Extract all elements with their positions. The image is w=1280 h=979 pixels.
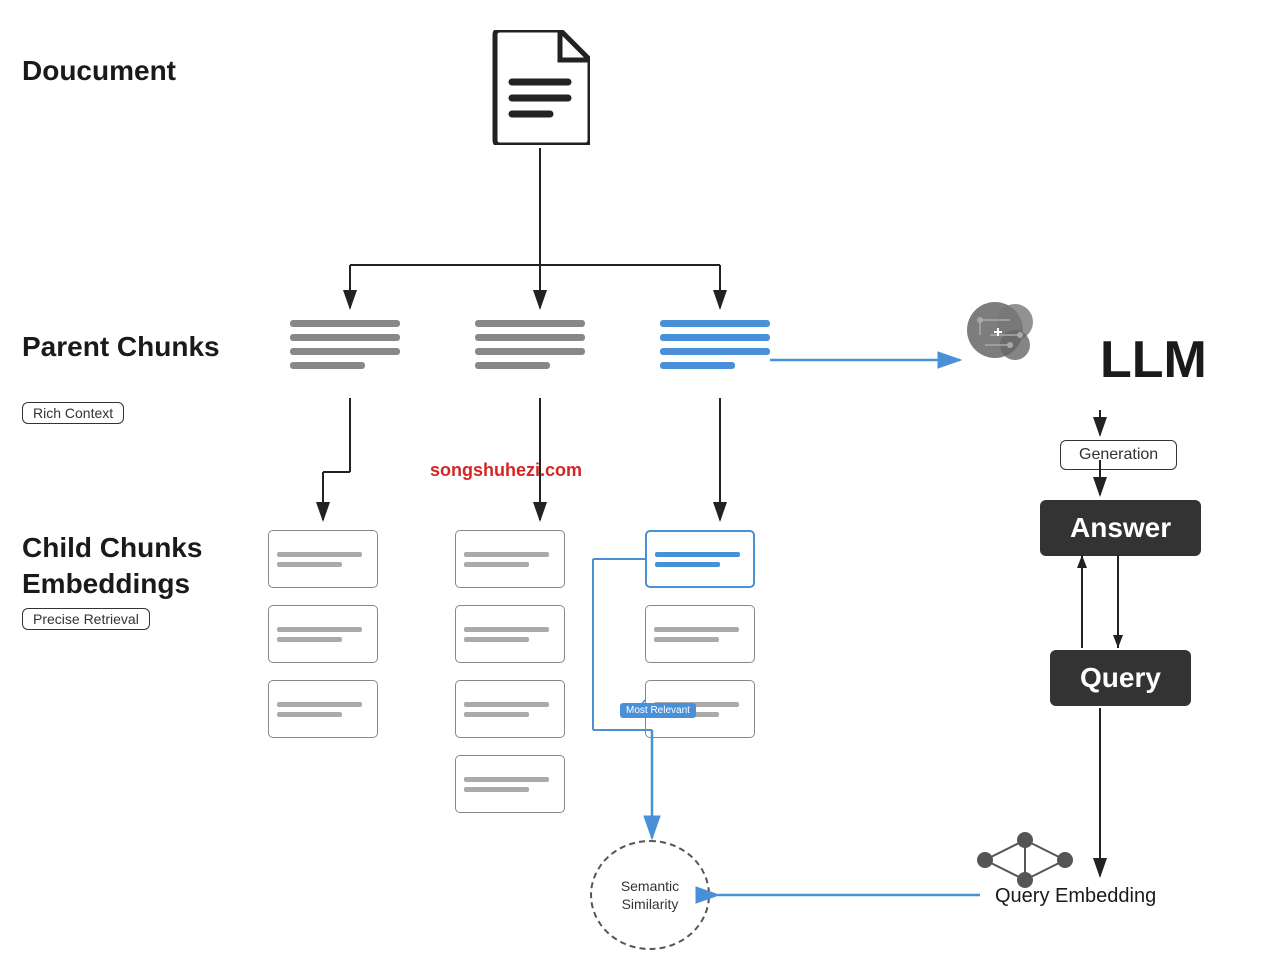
- child-line: [654, 627, 739, 632]
- child-line-blue: [655, 562, 720, 567]
- child-chunks-label: Child ChunksEmbeddings: [22, 530, 202, 603]
- child-box-1-3: [268, 680, 378, 738]
- child-line: [464, 777, 549, 782]
- child-line: [277, 627, 362, 632]
- diagram-arrows: [0, 0, 1280, 979]
- query-embedding-label: Query Embedding: [995, 885, 1156, 908]
- chunk-line: [290, 320, 400, 327]
- child-line: [464, 787, 529, 792]
- document-label: Doucument: [22, 55, 176, 87]
- child-box-1-1: [268, 530, 378, 588]
- child-box-2-2: [455, 605, 565, 663]
- child-line: [464, 562, 529, 567]
- rich-context-badge: Rich Context: [22, 402, 124, 424]
- child-box-3-1-highlighted: [645, 530, 755, 588]
- query-box: Query: [1050, 650, 1191, 706]
- llm-label: LLM: [1100, 330, 1207, 390]
- parent-chunk-1: [290, 320, 410, 369]
- chunk-line: [475, 348, 585, 355]
- parent-chunks-label: Parent Chunks: [22, 330, 220, 364]
- child-line: [277, 562, 342, 567]
- watermark: songshuhezi.com: [430, 460, 582, 481]
- generation-box: Generation: [1060, 440, 1177, 470]
- child-box-2-3: [455, 680, 565, 738]
- document-icon: [490, 30, 590, 145]
- chunk-line-blue: [660, 320, 770, 327]
- chunk-line-blue: [660, 334, 770, 341]
- chunk-line: [290, 362, 365, 369]
- chunk-line-blue: [660, 362, 735, 369]
- child-box-3-2: [645, 605, 755, 663]
- parent-chunk-2: [475, 320, 595, 369]
- child-box-1-2: [268, 605, 378, 663]
- child-line: [464, 702, 549, 707]
- child-line-blue: [655, 552, 740, 557]
- child-line: [277, 552, 362, 557]
- child-line: [277, 637, 342, 642]
- chunk-line: [475, 320, 585, 327]
- answer-box: Answer: [1040, 500, 1201, 556]
- semantic-similarity-circle: SemanticSimilarity: [590, 840, 710, 950]
- parent-chunk-3-blue: [660, 320, 780, 369]
- child-line: [464, 627, 549, 632]
- child-line: [464, 637, 529, 642]
- chunk-line-blue: [660, 348, 770, 355]
- chunk-line: [475, 334, 585, 341]
- child-line: [654, 637, 719, 642]
- child-line: [277, 712, 342, 717]
- chunk-line: [290, 334, 400, 341]
- chunk-line: [475, 362, 550, 369]
- child-box-2-1: [455, 530, 565, 588]
- brain-icon: [967, 302, 1033, 360]
- child-line: [464, 552, 549, 557]
- semantic-similarity-text: SemanticSimilarity: [621, 877, 679, 913]
- child-box-2-4: [455, 755, 565, 813]
- most-relevant-badge: Most Relevant: [620, 703, 696, 718]
- child-line: [464, 712, 529, 717]
- chunk-line: [290, 348, 400, 355]
- precise-retrieval-badge: Precise Retrieval: [22, 608, 150, 630]
- child-line: [277, 702, 362, 707]
